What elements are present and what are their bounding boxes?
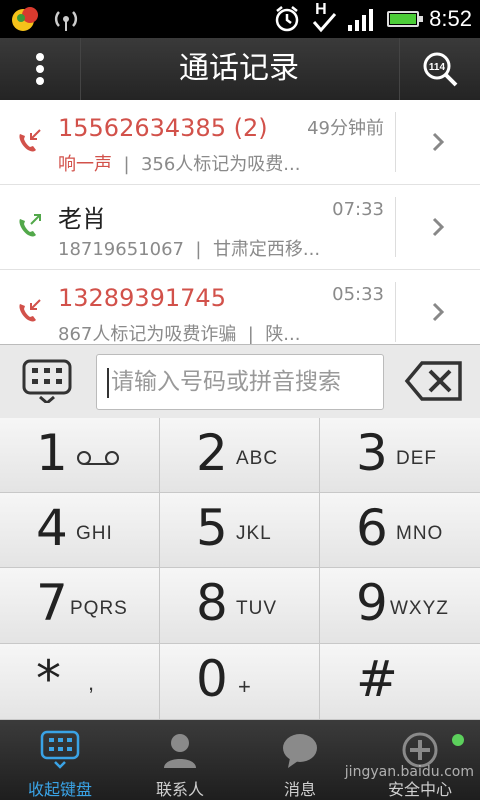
page-title: 通话记录: [179, 51, 299, 86]
call-detail-text: 867人标记为吸费诈骗: [58, 324, 237, 344]
call-time: 05:33: [332, 284, 384, 305]
key-letters: DEF: [396, 448, 437, 469]
key-star[interactable]: *,: [0, 644, 160, 720]
key-letters: WXYZ: [390, 598, 449, 619]
chevron-right-icon[interactable]: [426, 300, 450, 324]
key-letters: TUV: [236, 598, 277, 619]
call-location: 陕...: [265, 324, 301, 344]
signal-icon: [348, 9, 374, 31]
call-detail-text: 356人标记为吸费...: [140, 154, 301, 175]
dial-search-input[interactable]: 请输入号码或拼音搜索: [96, 354, 384, 410]
network-type-indicator: H: [311, 1, 337, 34]
bottom-nav: 收起键盘 联系人 消息 安全中心 jingyan.baidu.com: [0, 720, 480, 800]
call-log-item[interactable]: 13289391745 05:33 867人标记为吸费诈骗 | 陕...: [0, 270, 480, 344]
call-location: 甘肃定西移...: [212, 239, 321, 260]
tab-label: 收起键盘: [27, 780, 92, 799]
search-114-icon: 114: [423, 52, 458, 87]
title-bar: 通话记录 114: [0, 38, 480, 100]
dial-search-placeholder: 请输入号码或拼音搜索: [111, 369, 341, 395]
search-114-button[interactable]: 114: [399, 38, 480, 100]
message-icon: [283, 734, 317, 768]
key-digit: 9: [356, 574, 388, 632]
key-letters: ABC: [236, 448, 279, 469]
notification-dot: [452, 734, 464, 746]
call-log-list[interactable]: 15562634385 (2) 49分钟前 响一声 | 356人标记为吸费...…: [0, 100, 480, 344]
key-3[interactable]: 3 DEF: [320, 418, 480, 493]
tab-label: 联系人: [155, 780, 204, 799]
key-digit: 3: [356, 424, 388, 482]
tab-security-center[interactable]: 安全中心: [360, 720, 480, 800]
key-hash[interactable]: #: [320, 644, 480, 720]
watermark: jingyan.baidu.com: [344, 764, 474, 780]
key-letters: GHI: [76, 523, 113, 544]
divider: [395, 197, 396, 257]
dial-keypad: 1 2 ABC 3 DEF 4 GHI 5 JKL 6 MNO 7 PQRS 8 TUV 9W…: [0, 418, 480, 720]
keyboard-toggle-icon[interactable]: [22, 359, 72, 403]
caller-name: 13289391745: [58, 284, 226, 312]
overflow-menu-button[interactable]: [0, 38, 81, 100]
key-2[interactable]: 2 ABC: [160, 418, 320, 493]
data-check-icon: [313, 13, 337, 33]
call-number: 18719651067: [58, 239, 184, 260]
key-letters: MNO: [396, 523, 444, 544]
chevron-right-icon[interactable]: [426, 215, 450, 239]
divider: [395, 112, 396, 172]
key-digit: 5: [196, 499, 228, 557]
missed-call-icon: [19, 129, 41, 152]
call-detail: 响一声 | 356人标记为吸费...: [58, 154, 301, 175]
call-time: 49分钟前: [307, 118, 384, 139]
call-log-item[interactable]: 老肖 07:33 18719651067 | 甘肃定西移...: [0, 185, 480, 270]
key-7[interactable]: 7 PQRS: [0, 568, 160, 644]
dialpad-icon: [40, 730, 80, 769]
backspace-icon[interactable]: [404, 359, 464, 403]
key-8[interactable]: 8 TUV: [160, 568, 320, 644]
status-bar: H 8:52: [0, 0, 480, 38]
tab-collapse-keypad[interactable]: 收起键盘: [0, 720, 120, 800]
alarm-icon: [275, 6, 299, 32]
key-letters: ,: [88, 670, 96, 695]
status-time: 8:52: [429, 6, 472, 31]
key-4[interactable]: 4 GHI: [0, 493, 160, 568]
key-digit: 7: [36, 574, 68, 632]
tab-contacts[interactable]: 联系人: [120, 720, 240, 800]
key-9[interactable]: 9 WXYZ: [320, 568, 480, 644]
voicemail-icon: [77, 451, 119, 465]
missed-call-icon: [19, 299, 41, 322]
key-letters: JKL: [236, 523, 272, 544]
key-6[interactable]: 6 MNO: [320, 493, 480, 568]
key-1[interactable]: 1: [0, 418, 160, 493]
tab-label: 消息: [283, 780, 316, 799]
chevron-right-icon[interactable]: [426, 130, 450, 154]
key-digit: 4: [36, 499, 68, 557]
wifi-hotspot-icon: [54, 11, 78, 31]
battery-icon: [387, 11, 424, 27]
key-0[interactable]: 0 +: [160, 644, 320, 720]
key-digit: 6: [356, 499, 388, 557]
key-letters: +: [238, 674, 252, 699]
text-caret: [107, 368, 109, 398]
key-letters: PQRS: [70, 598, 128, 619]
dial-input-bar: 请输入号码或拼音搜索: [0, 344, 480, 419]
call-detail: 18719651067 | 甘肃定西移...: [58, 239, 321, 260]
outgoing-call-icon: [19, 214, 41, 237]
call-time: 07:33: [332, 199, 384, 220]
divider: [395, 282, 396, 342]
search-badge-text: 114: [429, 62, 446, 73]
key-5[interactable]: 5 JKL: [160, 493, 320, 568]
caller-name: 15562634385 (2): [58, 114, 268, 142]
more-vertical-icon: [36, 53, 44, 85]
key-digit: 2: [196, 424, 228, 482]
key-digit: #: [356, 650, 398, 708]
key-digit: 0: [196, 650, 228, 708]
app-notification-icon: [12, 7, 38, 31]
contact-icon: [164, 734, 196, 768]
tab-messages[interactable]: 消息: [240, 720, 360, 800]
key-digit: *: [36, 650, 61, 708]
call-tag: 响一声: [58, 154, 112, 175]
key-digit: 8: [196, 574, 228, 632]
call-log-item[interactable]: 15562634385 (2) 49分钟前 响一声 | 356人标记为吸费...: [0, 100, 480, 185]
caller-name: 老肖: [58, 205, 106, 233]
key-digit: 1: [36, 424, 68, 482]
call-detail: 867人标记为吸费诈骗 | 陕...: [58, 324, 301, 344]
